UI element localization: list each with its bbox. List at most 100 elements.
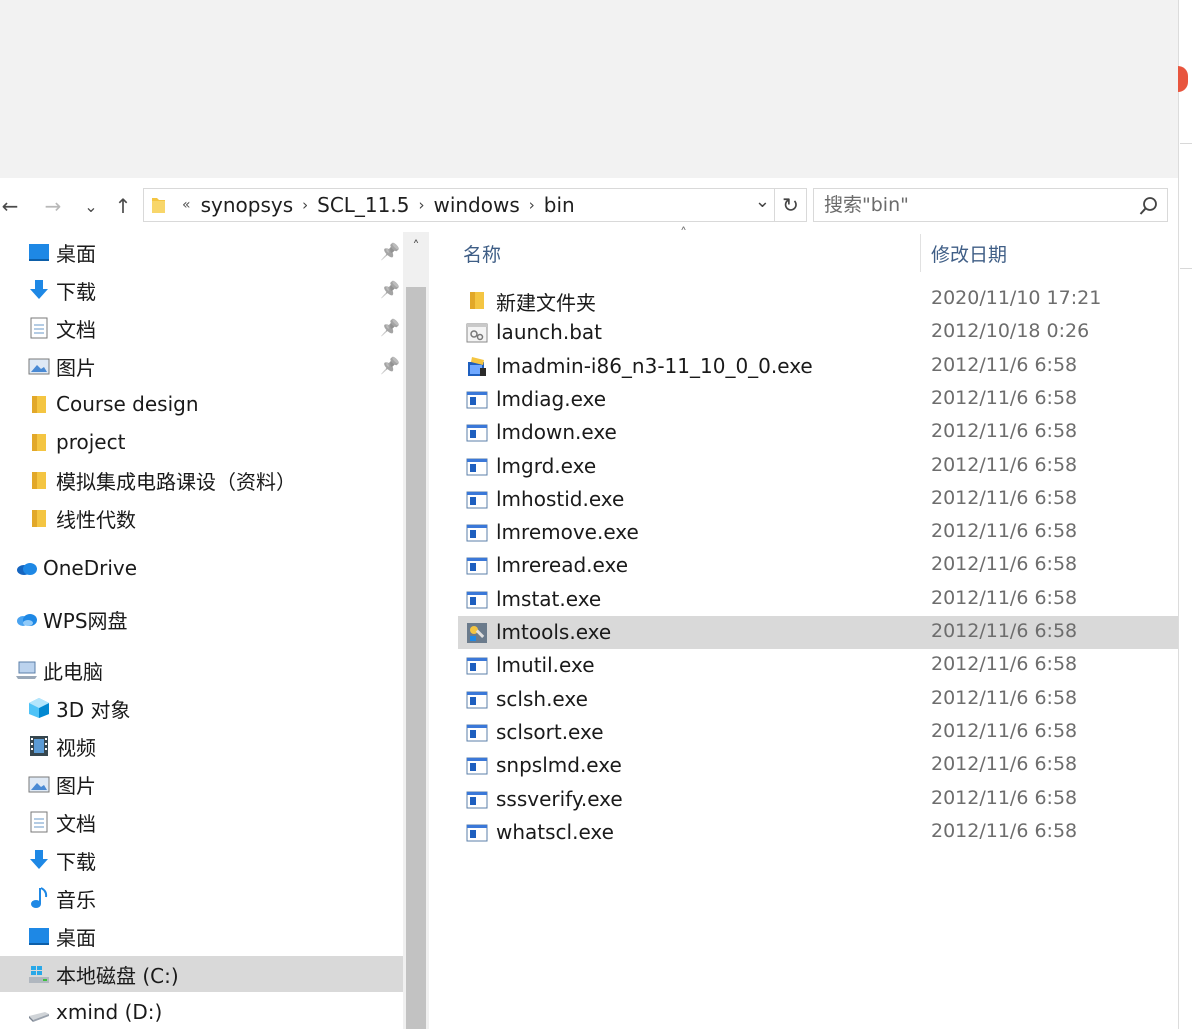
file-row[interactable]: lmremove.exe 2012/11/6 6:58 (458, 516, 1178, 549)
up-button[interactable]: ↑ (110, 190, 136, 222)
scroll-up-icon[interactable]: ˄ (403, 232, 429, 262)
column-header-name[interactable]: 名称 (463, 240, 501, 267)
file-name: sssverify.exe (496, 786, 623, 811)
nav-item-this-pc[interactable]: 此电脑 (0, 652, 403, 688)
file-row[interactable]: lmtools.exe 2012/11/6 6:58 (458, 616, 1178, 649)
search-icon[interactable] (1139, 196, 1159, 216)
column-divider[interactable] (920, 234, 921, 272)
nav-item-wps[interactable]: WPS网盘 (0, 601, 403, 637)
nav-item-local-disk-c[interactable]: 本地磁盘 (C:) (0, 956, 403, 992)
file-row[interactable]: sclsh.exe 2012/11/6 6:58 (458, 683, 1178, 716)
batch-file-icon (466, 323, 488, 343)
file-name: lmtools.exe (496, 620, 612, 644)
exe-icon (466, 724, 488, 742)
breadcrumb-overflow[interactable]: « (182, 197, 191, 213)
pin-icon[interactable]: 📌 (380, 242, 400, 261)
nav-item-documents-pc[interactable]: 文档 (0, 804, 403, 840)
file-name: lmremove.exe (496, 520, 639, 545)
exe-icon (466, 491, 488, 509)
nav-item-music[interactable]: 音乐 (0, 880, 403, 916)
computer-icon (16, 661, 37, 679)
breadcrumb-scl[interactable]: SCL_11.5 (317, 193, 409, 217)
nav-item-linear-algebra[interactable]: 线性代数 (0, 500, 403, 536)
file-row[interactable]: lmreread.exe 2012/11/6 6:58 (458, 549, 1178, 582)
breadcrumb-bin[interactable]: bin (544, 193, 575, 217)
nav-item-downloads[interactable]: 下载 📌 (0, 272, 403, 308)
address-dropdown-icon[interactable]: ⌄ (755, 191, 770, 212)
document-icon (30, 317, 48, 339)
file-row[interactable]: lmdiag.exe 2012/11/6 6:58 (458, 383, 1178, 416)
desktop-icon (29, 244, 49, 261)
breadcrumb-separator[interactable]: › (302, 196, 308, 214)
nav-item-label: 图片 (56, 773, 96, 798)
installer-icon (468, 356, 486, 376)
file-modified-date: 2012/11/6 6:58 (931, 653, 1078, 676)
file-row[interactable]: lmadmin-i86_n3-11_10_0_0.exe 2012/11/6 6:… (458, 350, 1178, 383)
breadcrumb-synopsys[interactable]: synopsys (201, 193, 294, 217)
file-row[interactable]: lmgrd.exe 2012/11/6 6:58 (458, 450, 1178, 483)
file-row[interactable]: lmdown.exe 2012/11/6 6:58 (458, 416, 1178, 449)
file-row[interactable]: lmstat.exe 2012/11/6 6:58 (458, 583, 1178, 616)
sort-ascending-icon: ˄ (680, 226, 687, 242)
ribbon-area (0, 0, 1178, 178)
file-row[interactable]: 新建文件夹 2020/11/10 17:21 (458, 283, 1178, 316)
pin-icon[interactable]: 📌 (380, 280, 400, 299)
scrollbar-thumb[interactable] (406, 287, 426, 1029)
edge-divider (1180, 143, 1192, 144)
nav-item-3d-objects[interactable]: 3D 对象 (0, 690, 403, 726)
nav-item-pictures-pc[interactable]: 图片 (0, 766, 403, 802)
nav-item-label: 音乐 (56, 887, 96, 912)
refresh-button[interactable]: ↻ (775, 188, 807, 222)
nav-item-xmind-d[interactable]: xmind (D:) (0, 994, 403, 1030)
windows-drive-icon (29, 966, 49, 983)
exe-icon (466, 557, 488, 575)
breadcrumb-separator[interactable]: › (418, 196, 424, 214)
nav-item-downloads-pc[interactable]: 下载 (0, 842, 403, 878)
file-row[interactable]: lmutil.exe 2012/11/6 6:58 (458, 649, 1178, 682)
back-button[interactable]: ← (0, 190, 20, 222)
nav-item-project[interactable]: project (0, 424, 403, 460)
nav-item-analog-ic[interactable]: 模拟集成电路课设（资料） (0, 462, 403, 498)
nav-item-label: project (56, 430, 126, 454)
navigation-pane: 桌面 📌 下载 📌 文档 📌 图片 📌 Course design projec… (0, 232, 403, 1029)
search-input[interactable] (822, 193, 1126, 217)
nav-item-videos[interactable]: 视频 (0, 728, 403, 764)
download-icon (30, 280, 48, 299)
file-row[interactable]: sssverify.exe 2012/11/6 6:58 (458, 783, 1178, 816)
pin-icon[interactable]: 📌 (380, 356, 400, 375)
breadcrumb-separator[interactable]: › (529, 196, 535, 214)
file-name: lmreread.exe (496, 553, 629, 578)
nav-pane-scrollbar[interactable]: ˄ (403, 232, 429, 1029)
file-row[interactable]: launch.bat 2012/10/18 0:26 (458, 316, 1178, 349)
file-name: sclsh.exe (496, 686, 588, 711)
file-modified-date: 2012/11/6 6:58 (931, 520, 1078, 543)
chevron-down-icon: ⌄ (84, 196, 98, 216)
file-row[interactable]: whatscl.exe 2012/11/6 6:58 (458, 816, 1178, 849)
file-name: sclsort.exe (496, 719, 604, 744)
nav-item-pictures[interactable]: 图片 📌 (0, 348, 403, 384)
nav-item-documents[interactable]: 文档 📌 (0, 310, 403, 346)
exe-icon (466, 591, 488, 609)
file-modified-date: 2012/11/6 6:58 (931, 486, 1078, 509)
nav-item-onedrive[interactable]: OneDrive (0, 550, 403, 586)
nav-item-label: 文档 (56, 811, 96, 836)
nav-item-course-design[interactable]: Course design (0, 386, 403, 422)
nav-item-label: 桌面 (56, 925, 96, 950)
address-bar[interactable]: « synopsys › SCL_11.5 › windows › bin ⌄ (143, 188, 775, 222)
back-arrow-icon: ← (1, 194, 19, 218)
pin-icon[interactable]: 📌 (380, 318, 400, 337)
column-header-date[interactable]: 修改日期 (931, 240, 1007, 267)
search-box[interactable] (813, 188, 1168, 222)
file-row[interactable]: sclsort.exe 2012/11/6 6:58 (458, 716, 1178, 749)
breadcrumb-windows[interactable]: windows (433, 193, 519, 217)
nav-item-desktop[interactable]: 桌面 📌 (0, 234, 403, 270)
nav-item-label: 模拟集成电路课设（资料） (56, 469, 296, 494)
nav-item-desktop-pc[interactable]: 桌面 (0, 918, 403, 954)
exe-icon (466, 824, 488, 842)
file-name: lmdiag.exe (496, 386, 607, 411)
forward-button[interactable]: → (40, 190, 66, 222)
file-row[interactable]: lmhostid.exe 2012/11/6 6:58 (458, 483, 1178, 516)
file-modified-date: 2012/11/6 6:58 (931, 620, 1078, 642)
recent-locations-button[interactable]: ⌄ (80, 190, 102, 222)
file-row[interactable]: snpslmd.exe 2012/11/6 6:58 (458, 749, 1178, 782)
